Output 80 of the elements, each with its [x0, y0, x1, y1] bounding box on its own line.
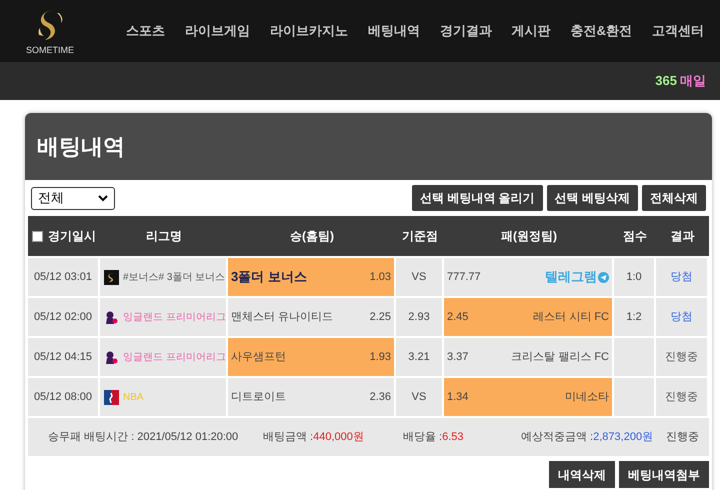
odds-value: 777.77	[447, 270, 481, 285]
paper-plane-icon	[598, 272, 609, 282]
basketball-logo-icon	[104, 390, 119, 404]
nav-link[interactable]: 충전&환전	[570, 21, 632, 41]
odds-value: 1.03	[370, 270, 391, 285]
lion-crest-icon	[104, 310, 119, 324]
summary-value: 2,873,200원	[593, 430, 654, 445]
table-cell: 2.93	[396, 298, 444, 336]
column-header: 리그명	[146, 228, 182, 245]
summary-value: 6.53	[442, 430, 464, 445]
team-name: 맨체스터 유나이티드	[231, 310, 334, 325]
summary-value: 440,000원	[313, 430, 364, 445]
promo-text: 365 매일	[655, 72, 706, 90]
nav-link[interactable]: 베팅내역	[368, 21, 420, 41]
summary-label: 배당율 :	[403, 430, 442, 445]
table-cell: 05/12 04:15	[28, 338, 100, 376]
away-bet-cell[interactable]: 1.34 미네소타	[444, 378, 614, 416]
table-cell: 05/12 08:00	[28, 378, 100, 416]
odds-value: 2.36	[370, 390, 391, 405]
table-cell: 당첨	[656, 298, 709, 336]
column-header: 결과	[670, 228, 694, 245]
table-cell: 05/12 03:01	[28, 258, 100, 296]
league-name: 잉글랜드 프리미어리그	[123, 350, 226, 364]
summary-label: 예상적중금액 :	[521, 430, 594, 445]
nav-link[interactable]: 고객센터	[652, 21, 704, 41]
league-name: 잉글랜드 프리미어리그	[123, 310, 226, 324]
page-title: 배팅내역	[37, 133, 125, 161]
team-name: 크리스탈 팰리스 FC	[511, 350, 609, 365]
action-button[interactable]: 내역삭제	[549, 461, 615, 488]
odds-value: 2.45	[447, 310, 468, 325]
lion-crest-icon	[104, 350, 119, 364]
table-cell: 진행중	[656, 378, 709, 416]
table-cell: 05/12 02:00	[28, 298, 100, 336]
team-name: 디트로이트	[231, 390, 286, 405]
team-name: 미네소타	[565, 390, 609, 405]
column-header: 점수	[623, 228, 647, 245]
nav-link[interactable]: 라이브게임	[184, 21, 250, 41]
summary-label: 배팅금액 :	[263, 430, 314, 445]
odds-value: 1.34	[447, 390, 468, 405]
team-name: 레스터 시티 FC	[533, 310, 609, 325]
home-bet-cell[interactable]: 디트로이트 2.36	[228, 378, 396, 416]
table-cell: 3.21	[396, 338, 444, 376]
home-bet-cell[interactable]: 맨체스터 유나이티드 2.25	[228, 298, 396, 336]
action-button[interactable]: 선택 베팅내역 올리기	[412, 185, 543, 211]
nav-link[interactable]: 스포츠	[126, 21, 165, 41]
action-button[interactable]: 선택 베팅삭제	[546, 185, 638, 211]
column-header: 경기일시	[48, 228, 96, 245]
column-header: 패(원정팀)	[501, 228, 557, 245]
odds-value: 2.25	[370, 310, 391, 325]
odds-value: 1.93	[370, 350, 391, 365]
table-cell: 1:2	[614, 298, 656, 336]
bet-time-text: 승무패 배팅시간 : 2021/05/12 01:20:00	[48, 430, 240, 445]
away-bet-cell[interactable]: 2.45 레스터 시티 FC	[444, 298, 614, 336]
chevron-down-icon	[98, 194, 108, 202]
league-name: NBA	[123, 390, 144, 404]
bet-status: 진행중	[666, 430, 699, 445]
league-name: #보너스# 3폴더 보너스	[123, 270, 226, 284]
action-button[interactable]: 베팅내역첨부	[619, 461, 709, 488]
table-cell: 진행중	[656, 338, 709, 376]
team-name: 3폴더 보너스	[231, 268, 307, 286]
nav-link[interactable]: 라이브카지노	[270, 21, 348, 41]
home-bet-cell[interactable]: 3폴더 보너스 1.03	[228, 258, 396, 296]
nav-link[interactable]: 게시판	[512, 21, 551, 41]
table-cell: VS	[396, 378, 444, 416]
action-button[interactable]: 전체삭제	[642, 185, 706, 211]
column-header: 승(홈팀)	[290, 228, 334, 245]
table-cell: 1:0	[614, 258, 656, 296]
home-bet-cell[interactable]: 사우샘프턴 1.93	[228, 338, 396, 376]
table-cell: 당첨	[656, 258, 709, 296]
filter-dropdown[interactable]: 전체	[31, 186, 115, 210]
column-header: 기준점	[402, 228, 438, 245]
away-bet-cell[interactable]: 3.37 크리스탈 팰리스 FC	[444, 338, 614, 376]
select-all-checkbox[interactable]	[32, 230, 43, 242]
away-bet-cell[interactable]: 777.77 텔레그램	[444, 258, 614, 296]
swirl-logo-icon	[104, 270, 119, 284]
team-name: 사우샘프턴	[231, 350, 286, 365]
table-cell: VS	[396, 258, 444, 296]
logo-text: SOMETIME	[26, 45, 74, 55]
nav-link[interactable]: 경기결과	[440, 21, 492, 41]
odds-value: 3.37	[447, 350, 468, 365]
